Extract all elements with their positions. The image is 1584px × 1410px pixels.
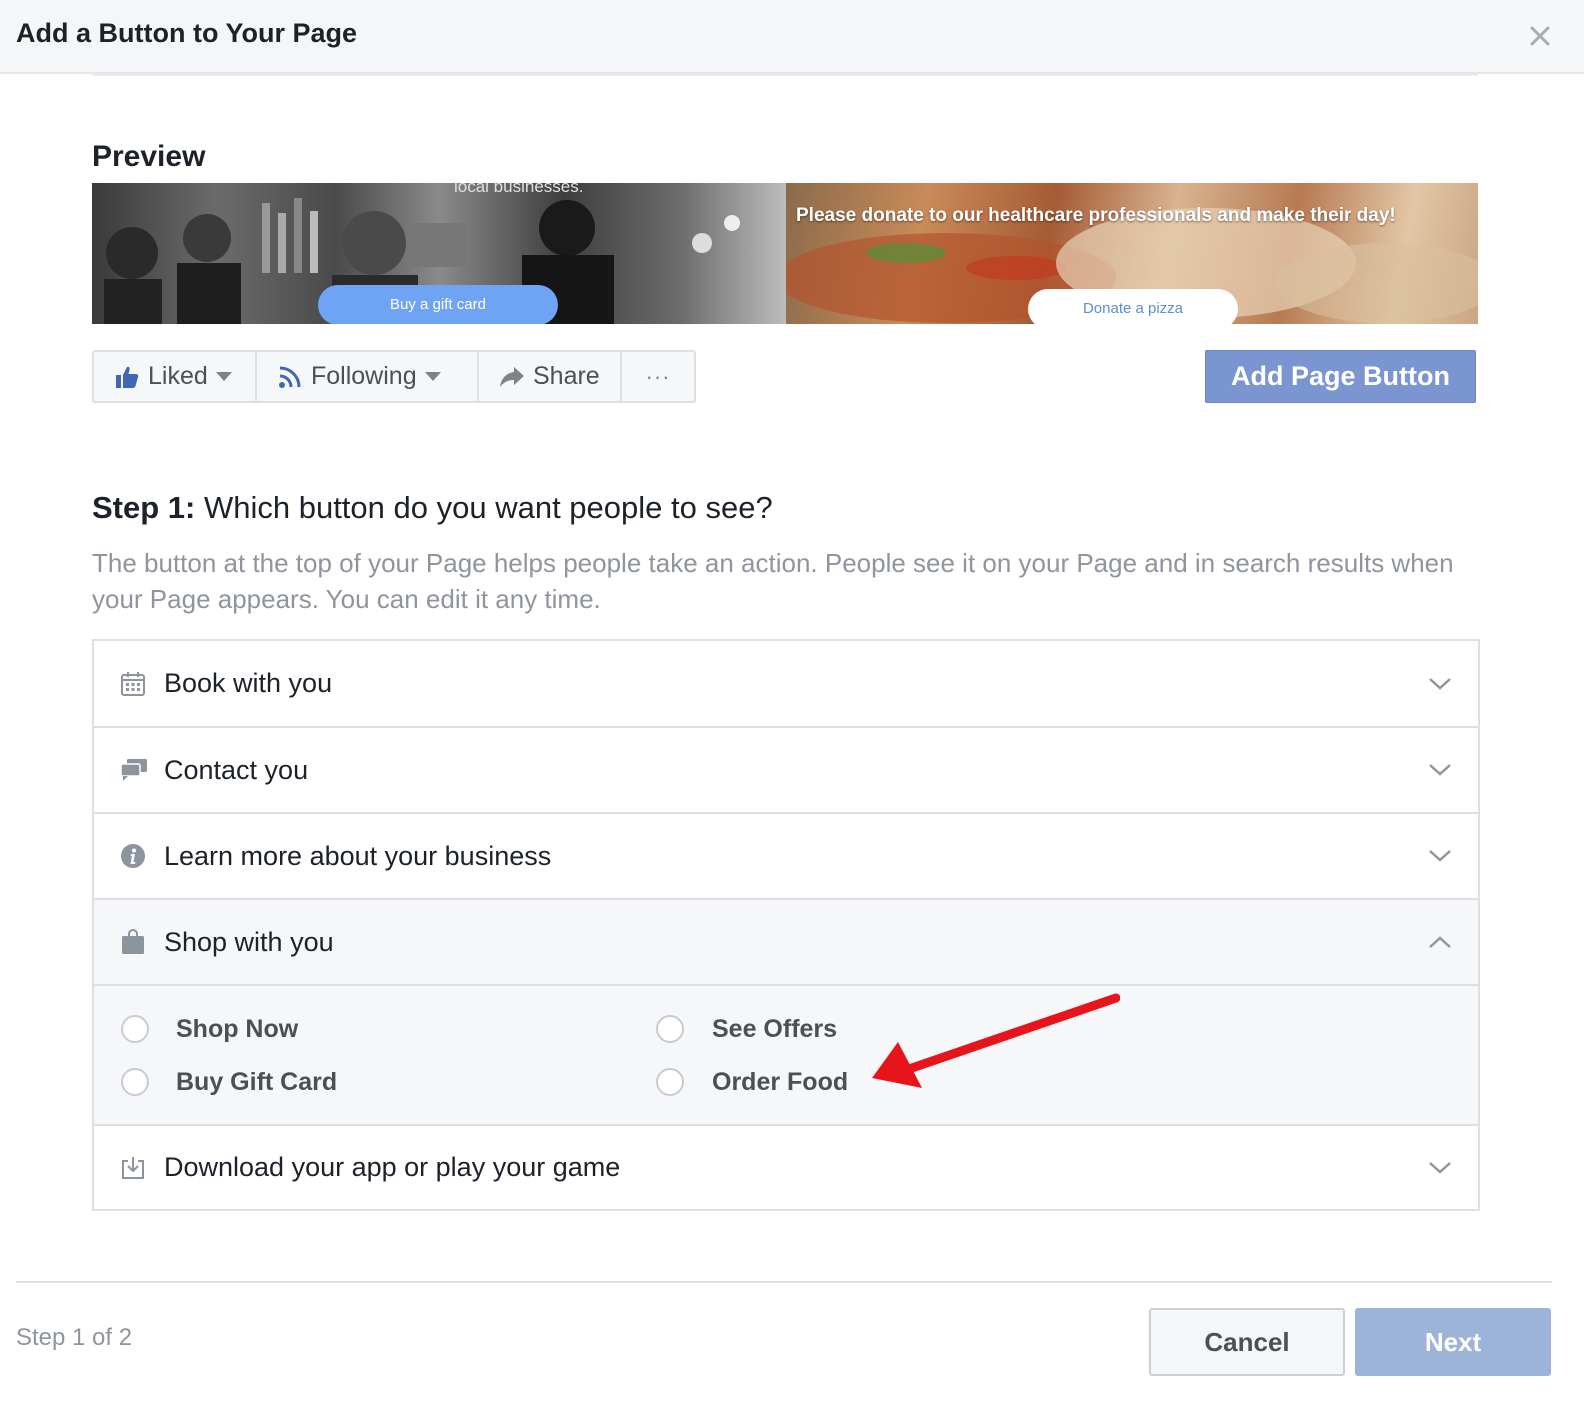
category-label: Learn more about your business	[164, 840, 552, 871]
more-options-button[interactable]: ···	[622, 352, 694, 401]
caret-down-icon	[215, 371, 232, 381]
chevron-down-icon	[1429, 677, 1451, 690]
cover-donate-text: Please donate to our healthcare professi…	[796, 205, 1396, 226]
chevron-down-icon	[1429, 764, 1451, 776]
close-icon[interactable]	[1526, 22, 1554, 50]
info-icon	[121, 844, 145, 868]
step-indicator: Step 1 of 2	[16, 1324, 133, 1351]
radio-circle[interactable]	[656, 1015, 684, 1043]
radio-buy-gift-card[interactable]: Buy Gift Card	[121, 1068, 337, 1096]
download-icon	[122, 1156, 144, 1179]
shopping-bag-icon	[122, 929, 144, 954]
category-label: Download your app or play your game	[164, 1152, 621, 1182]
calendar-icon	[121, 671, 145, 696]
category-contact-you[interactable]: Contact you	[94, 728, 1478, 814]
button-category-list: Book with you Contact you Learn more abo…	[92, 639, 1480, 1211]
cover-photo: local businesses. Buy a gift card Please…	[92, 183, 1478, 324]
radio-circle[interactable]	[121, 1068, 149, 1096]
dialog-title: Add a Button to Your Page	[16, 18, 357, 48]
annotation-arrow-icon	[872, 993, 1120, 1088]
divider	[92, 74, 1478, 76]
next-button[interactable]: Next	[1355, 1308, 1551, 1376]
cover-caption: local businesses.	[454, 183, 584, 196]
category-label: Contact you	[164, 754, 309, 785]
step-number: Step 1:	[92, 490, 196, 525]
radio-circle[interactable]	[121, 1015, 149, 1043]
caret-down-icon	[424, 371, 441, 381]
radio-label: Shop Now	[176, 1014, 299, 1043]
footer-divider	[16, 1281, 1552, 1283]
add-page-button[interactable]: Add Page Button	[1205, 350, 1476, 403]
rss-icon	[279, 366, 301, 388]
radio-label: See Offers	[712, 1014, 838, 1043]
thumbs-up-icon	[116, 366, 139, 388]
share-arrow-icon	[500, 366, 524, 387]
category-download-app[interactable]: Download your app or play your game	[94, 1126, 1478, 1209]
chevron-up-icon	[1429, 936, 1451, 948]
category-book-with-you[interactable]: Book with you	[94, 641, 1478, 728]
radio-circle[interactable]	[656, 1068, 684, 1096]
step-question: Which button do you want people to see?	[195, 490, 773, 525]
page-action-bar: Liked Following Share ···	[92, 350, 696, 403]
cancel-button[interactable]: Cancel	[1149, 1308, 1345, 1376]
category-shop-with-you[interactable]: Shop with you	[94, 900, 1478, 986]
following-button[interactable]: Following	[257, 352, 479, 401]
liked-button[interactable]: Liked	[94, 352, 257, 401]
step-description: The button at the top of your Page helps…	[92, 548, 1454, 614]
radio-label: Buy Gift Card	[176, 1067, 338, 1096]
chat-bubbles-icon	[120, 759, 147, 781]
buy-gift-card-button[interactable]: Buy a gift card	[318, 285, 558, 324]
liked-label: Liked	[148, 362, 208, 390]
chevron-down-icon	[1429, 850, 1451, 862]
radio-order-food[interactable]: Order Food	[656, 1068, 848, 1096]
donate-pizza-button[interactable]: Donate a pizza	[1028, 289, 1238, 324]
following-label: Following	[311, 362, 417, 390]
shop-options-panel: Shop Now See Offers Buy Gift Card Order …	[94, 986, 1478, 1126]
chevron-down-icon	[1429, 1161, 1451, 1174]
category-label: Book with you	[164, 668, 333, 698]
category-label: Shop with you	[164, 926, 334, 957]
share-button[interactable]: Share	[479, 352, 622, 401]
radio-see-offers[interactable]: See Offers	[656, 1015, 837, 1043]
category-learn-more[interactable]: Learn more about your business	[94, 814, 1478, 900]
dialog-header: Add a Button to Your Page	[0, 0, 1584, 74]
radio-label: Order Food	[712, 1067, 849, 1096]
preview-title: Preview	[92, 140, 206, 173]
share-label: Share	[533, 362, 600, 390]
step-title: Step 1: Which button do you want people …	[92, 490, 773, 526]
radio-shop-now[interactable]: Shop Now	[121, 1015, 298, 1043]
more-icon: ···	[645, 363, 671, 389]
